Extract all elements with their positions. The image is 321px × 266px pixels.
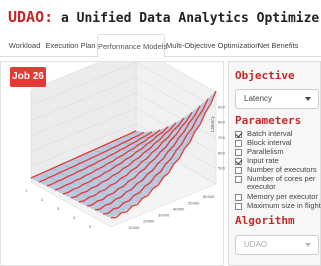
y-tick-label: 60000: [203, 195, 215, 199]
checkbox-icon[interactable]: [235, 194, 242, 201]
z-tick-label: 9000: [218, 105, 225, 109]
z-tick-label: 5000: [218, 167, 225, 171]
app-brand: UDAO:: [8, 8, 54, 26]
algorithm-value: UDAO: [244, 240, 268, 249]
tab-multi-objective-optimization[interactable]: Multi-Objective Optimization: [166, 34, 259, 57]
checkbox-icon[interactable]: [235, 140, 242, 147]
checkbox-icon[interactable]: [235, 167, 242, 174]
caret-down-icon: [305, 243, 311, 247]
x-tick-label: 4: [73, 216, 76, 220]
tab-workload[interactable]: Workload: [4, 34, 45, 57]
z-tick-label: 7000: [218, 136, 225, 140]
checkbox-icon[interactable]: [235, 176, 242, 183]
app-title-text: a Unified Data Analytics Optimizer: [53, 11, 321, 26]
y-tick-label: 40000: [173, 207, 185, 211]
x-tick-label: 5: [89, 225, 91, 229]
checkbox-checked-icon[interactable]: [235, 158, 242, 165]
param-max-size-in-flight[interactable]: Maximum size in flight: [235, 202, 321, 211]
tab-bar: Workload Execution Plan Performance Mode…: [0, 34, 321, 58]
job-badge: Job 26: [10, 67, 46, 87]
y-tick-label: 20000: [143, 220, 155, 224]
caret-down-icon: [305, 97, 311, 101]
algorithm-title: Algorithm: [235, 214, 295, 227]
x-tick-label: 3: [57, 207, 59, 211]
y-tick-label: 30000: [158, 214, 170, 218]
x-tick-label: 1: [25, 189, 27, 193]
y-tick-label: 10000: [128, 226, 140, 230]
checkbox-icon[interactable]: [235, 203, 242, 210]
objective-select[interactable]: Latency: [235, 89, 319, 109]
tab-execution-plan[interactable]: Execution Plan: [45, 34, 96, 57]
sidebar: Objective Latency Parameters Batch inter…: [228, 61, 321, 266]
app-title: UDAO: a Unified Data Analytics Optimizer: [8, 8, 321, 26]
objective-value: Latency: [244, 94, 273, 103]
param-number-of-cores[interactable]: Number of cores per executor: [235, 175, 321, 192]
z-tick-label: 8000: [218, 121, 225, 125]
x-tick-label: 2: [41, 198, 43, 202]
checkbox-icon[interactable]: [235, 149, 242, 156]
tab-net-benefits[interactable]: Net Benefits: [256, 34, 300, 57]
z-axis-label: Latency: [210, 116, 215, 132]
app-header: UDAO: a Unified Data Analytics Optimizer: [0, 0, 321, 34]
surface-plot[interactable]: 1 2 3 4 5 100002000030000400005000060000 5000 6…: [1, 62, 225, 266]
checkbox-checked-icon[interactable]: [235, 131, 242, 138]
z-tick-label: 6000: [218, 151, 225, 155]
algorithm-select[interactable]: UDAO: [235, 235, 319, 255]
y-tick-label: 50000: [188, 201, 200, 205]
tab-performance-models[interactable]: Performance Models: [97, 34, 167, 58]
parameters-title: Parameters: [235, 114, 302, 127]
objective-title: Objective: [235, 69, 295, 82]
performance-model-plot[interactable]: 1 2 3 4 5 100002000030000400005000060000 5000 6…: [0, 61, 225, 266]
